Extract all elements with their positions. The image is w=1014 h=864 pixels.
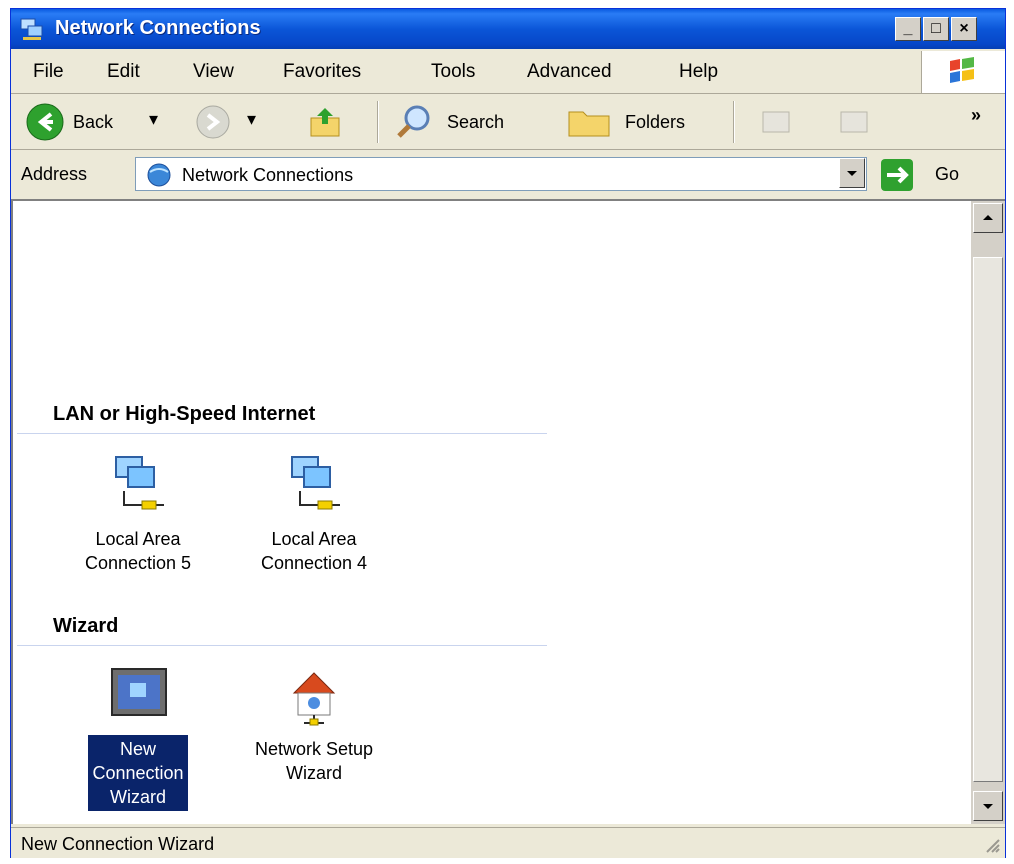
minimize-button[interactable]: _ xyxy=(895,17,921,41)
toolbar: Back ▾ ▾ Search Folders » xyxy=(11,95,1005,150)
search-button[interactable]: Search xyxy=(447,112,504,133)
item-label: New Connection Wizard xyxy=(88,735,188,811)
status-text: New Connection Wizard xyxy=(21,834,215,854)
forward-dropdown-icon[interactable]: ▾ xyxy=(247,109,256,130)
up-folder-icon[interactable] xyxy=(307,104,343,140)
menu-bar: File Edit View Favorites Tools Advanced … xyxy=(11,51,1005,94)
lan-connection-icon xyxy=(291,456,340,510)
content-pane: LAN or High-Speed Internet Local Area Con… xyxy=(11,199,1005,824)
maximize-button[interactable]: □ xyxy=(923,17,949,41)
new-connection-wizard-icon xyxy=(111,668,167,716)
address-value: Network Connections xyxy=(182,165,354,185)
move-to-icon[interactable] xyxy=(759,106,795,138)
back-button[interactable]: Back xyxy=(73,112,113,133)
chevron-down-icon xyxy=(983,804,993,809)
back-arrow-icon[interactable] xyxy=(25,102,65,142)
group-title-wizard: Wizard xyxy=(53,615,119,637)
network-setup-wizard[interactable]: Network Setup Wizard xyxy=(229,661,399,787)
group-title-lan: LAN or High-Speed Internet xyxy=(53,403,316,425)
address-dropdown-button[interactable] xyxy=(839,158,865,188)
menu-advanced[interactable]: Advanced xyxy=(527,61,612,83)
menu-edit[interactable]: Edit xyxy=(107,61,140,83)
forward-arrow-icon[interactable] xyxy=(195,104,231,140)
menu-tools[interactable]: Tools xyxy=(431,61,475,83)
toolbar-separator xyxy=(733,101,735,143)
back-dropdown-icon[interactable]: ▾ xyxy=(149,109,158,130)
go-button[interactable]: Go xyxy=(935,164,959,185)
explorer-window: Network Connections _ □ × File Edit View… xyxy=(10,8,1006,858)
go-arrow-icon[interactable] xyxy=(881,159,913,191)
scroll-up-button[interactable] xyxy=(973,203,1003,233)
lan-connection-5[interactable]: Local Area Connection 5 xyxy=(53,451,223,577)
lan-connection-4[interactable]: Local Area Connection 4 xyxy=(229,451,399,577)
lan-connection-icon xyxy=(115,456,164,510)
menu-help[interactable]: Help xyxy=(679,61,718,83)
folders-icon[interactable] xyxy=(567,104,611,140)
copy-to-icon[interactable] xyxy=(837,106,873,138)
folders-button[interactable]: Folders xyxy=(625,112,685,133)
item-label: Local Area Connection 5 xyxy=(84,529,192,573)
status-bar: New Connection Wizard xyxy=(11,827,1005,858)
network-connections-icon xyxy=(20,18,43,40)
resize-grip-icon[interactable] xyxy=(981,834,1001,854)
item-label: Local Area Connection 4 xyxy=(260,529,368,573)
new-connection-wizard[interactable]: New Connection Wizard xyxy=(53,661,223,811)
item-label: Network Setup Wizard xyxy=(254,739,374,783)
menu-view[interactable]: View xyxy=(193,61,234,83)
address-bar: Address Network Connections Go xyxy=(11,151,1005,197)
address-label: Address xyxy=(21,164,88,184)
toolbar-separator xyxy=(377,101,379,143)
windows-flag-icon xyxy=(950,57,974,83)
group-divider xyxy=(17,645,547,646)
menu-favorites[interactable]: Favorites xyxy=(283,61,361,83)
scroll-thumb[interactable] xyxy=(973,257,1003,782)
menu-file[interactable]: File xyxy=(33,61,64,83)
network-setup-wizard-icon xyxy=(292,672,336,726)
address-input[interactable]: Network Connections xyxy=(135,157,867,191)
windows-logo xyxy=(921,51,1005,93)
search-icon[interactable] xyxy=(395,102,435,142)
title-bar[interactable]: Network Connections _ □ × xyxy=(11,9,1005,49)
window-title: Network Connections xyxy=(55,17,261,39)
toolbar-overflow-icon[interactable]: » xyxy=(971,105,981,126)
close-button[interactable]: × xyxy=(951,17,977,41)
network-globe-icon xyxy=(147,163,171,187)
scroll-down-button[interactable] xyxy=(973,791,1003,821)
group-divider xyxy=(17,433,547,434)
vertical-scrollbar[interactable] xyxy=(971,201,1005,824)
chevron-down-icon xyxy=(847,171,857,176)
chevron-up-icon xyxy=(983,215,993,220)
